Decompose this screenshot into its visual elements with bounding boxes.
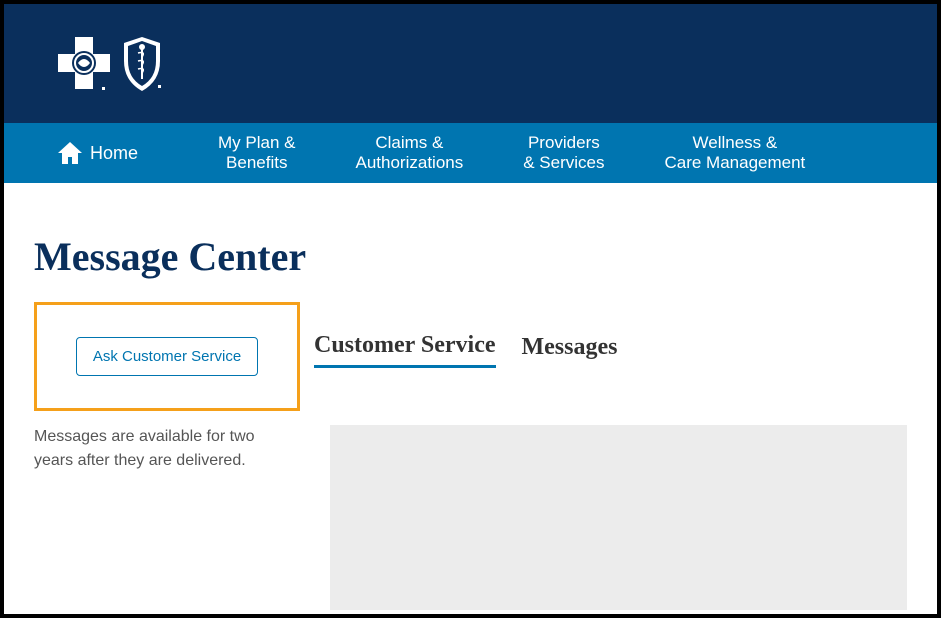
main-content: Message Center Ask Customer Service Cust… (4, 183, 937, 614)
header-bar (4, 4, 937, 123)
below-row: Messages are available for two years aft… (34, 425, 907, 614)
message-panel (330, 425, 907, 610)
tab-customer-service[interactable]: Customer Service (314, 332, 496, 368)
nav-home-label: Home (90, 143, 138, 164)
nav-claims[interactable]: Claims & Authorizations (356, 133, 464, 174)
bcbs-logo (58, 35, 164, 93)
tab-messages[interactable]: Messages (522, 334, 618, 367)
home-icon (58, 142, 82, 164)
tabs: Customer Service Messages (314, 332, 617, 368)
nav-home[interactable]: Home (58, 142, 138, 164)
ask-highlight-box: Ask Customer Service (34, 302, 300, 411)
shield-logo-icon (120, 35, 164, 93)
main-nav: Home My Plan & Benefits Claims & Authori… (4, 123, 937, 183)
nav-my-plan[interactable]: My Plan & Benefits (218, 133, 295, 174)
retention-note: Messages are available for two years aft… (34, 425, 300, 614)
ask-customer-service-button[interactable]: Ask Customer Service (76, 337, 258, 376)
nav-wellness[interactable]: Wellness & Care Management (664, 133, 805, 174)
action-row: Ask Customer Service Customer Service Me… (34, 302, 907, 411)
nav-providers[interactable]: Providers & Services (523, 133, 604, 174)
page-title: Message Center (34, 233, 907, 280)
cross-logo-icon (58, 35, 110, 93)
page-root: Home My Plan & Benefits Claims & Authori… (4, 4, 937, 614)
